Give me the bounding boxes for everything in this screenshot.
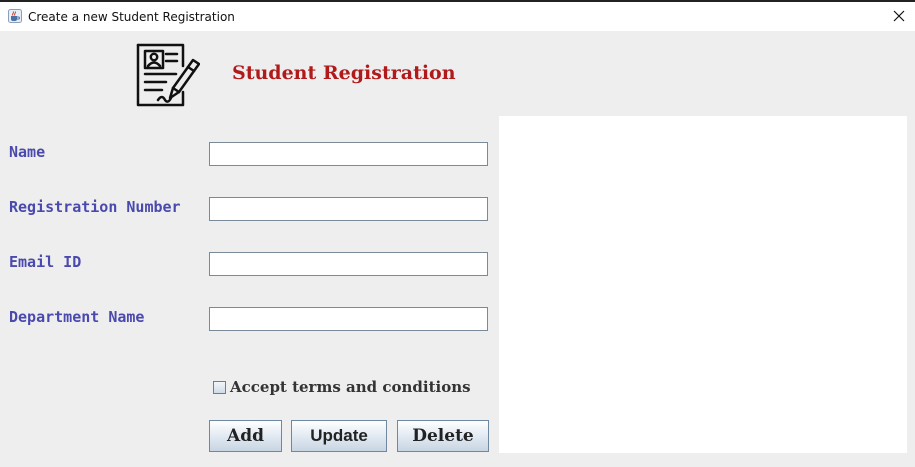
java-cup-icon xyxy=(8,9,22,23)
registration-number-label: Registration Number xyxy=(9,198,181,216)
update-button[interactable]: Update xyxy=(291,420,387,452)
department-name-label: Department Name xyxy=(9,308,145,326)
registration-number-input[interactable] xyxy=(209,197,488,221)
close-icon[interactable] xyxy=(891,8,907,24)
registration-form-pen-icon xyxy=(136,43,200,107)
department-name-input[interactable] xyxy=(209,307,488,331)
window-titlebar: Create a new Student Registration xyxy=(0,0,915,31)
terms-label[interactable]: Accept terms and conditions xyxy=(230,378,471,396)
email-id-label: Email ID xyxy=(9,253,82,271)
name-input[interactable] xyxy=(209,142,488,166)
page-title: Student Registration xyxy=(232,62,456,84)
add-button[interactable]: Add xyxy=(209,420,282,452)
name-label: Name xyxy=(9,143,46,161)
output-panel[interactable] xyxy=(499,116,907,453)
email-id-input[interactable] xyxy=(209,252,488,276)
terms-checkbox[interactable] xyxy=(213,381,226,394)
delete-button[interactable]: Delete xyxy=(397,420,489,452)
window-title: Create a new Student Registration xyxy=(28,10,235,24)
